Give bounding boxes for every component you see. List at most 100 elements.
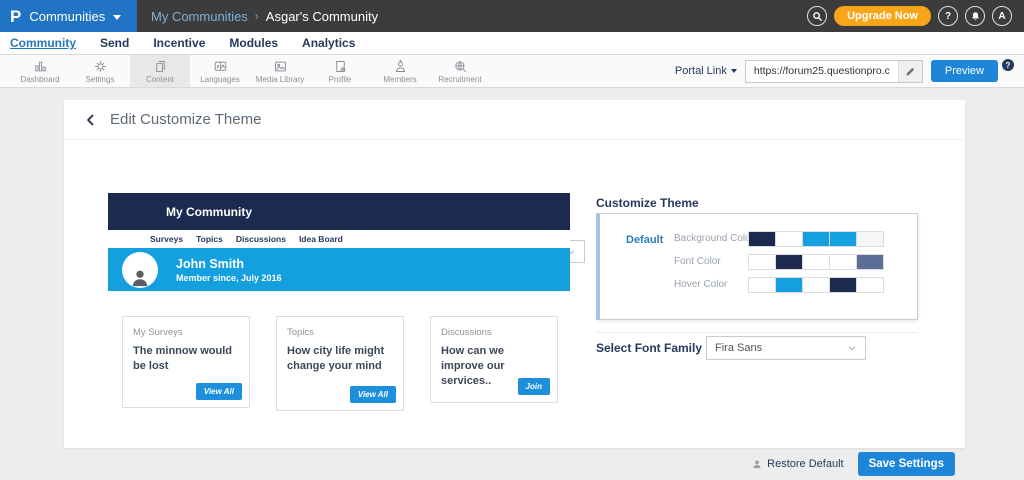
toolbar-item-label: Profile [329, 75, 352, 84]
search-button[interactable] [807, 6, 827, 26]
background-color-row: Background Color [600, 231, 917, 247]
color-swatch[interactable] [775, 231, 803, 247]
view-all-button[interactable]: View All [196, 383, 242, 400]
preview-button[interactable]: Preview [931, 60, 998, 82]
member-avatar [122, 252, 158, 288]
dashboard-icon [33, 59, 48, 74]
portal-link-group: Portal Link Preview ? [675, 55, 1024, 87]
color-swatch[interactable] [775, 254, 803, 270]
upgrade-now-button[interactable]: Upgrade Now [834, 6, 931, 26]
recruitment-icon [453, 59, 468, 74]
font-color-label: Font Color [674, 254, 721, 270]
color-swatch[interactable] [775, 277, 803, 293]
breadcrumb-separator-icon: › [255, 9, 259, 23]
nav-tab-incentive[interactable]: Incentive [153, 36, 205, 50]
font-color-row: Font Color [600, 254, 917, 270]
breadcrumb-parent[interactable]: My Communities [151, 9, 248, 24]
main-nav: Community Send Incentive Modules Analyti… [0, 32, 1024, 55]
members-icon [393, 59, 408, 74]
hover-color-swatches [748, 277, 883, 293]
section-toolbar: Dashboard Settings Content Languages Med… [0, 55, 1024, 88]
color-swatch[interactable] [802, 254, 830, 270]
preview-tab-idea-board[interactable]: Idea Board [299, 234, 343, 244]
top-header: P Communities My Communities › Asgar's C… [0, 0, 1024, 32]
app-window: P Communities My Communities › Asgar's C… [0, 0, 1024, 480]
help-button[interactable]: ? [938, 6, 958, 26]
search-icon [812, 11, 823, 22]
breadcrumb: My Communities › Asgar's Community [151, 9, 378, 24]
profile-icon [333, 59, 348, 74]
background-color-swatches [748, 231, 883, 247]
chevron-left-icon [84, 113, 98, 127]
chevron-down-icon [847, 343, 857, 353]
font-color-swatches [748, 254, 883, 270]
notifications-button[interactable] [965, 6, 985, 26]
card-category: My Surveys [133, 327, 239, 338]
nav-tab-community[interactable]: Community [10, 36, 76, 50]
card-title: The minnow would be lost [133, 344, 239, 374]
nav-tab-modules[interactable]: Modules [229, 36, 278, 50]
toolbar-item-label: Languages [200, 75, 240, 84]
toolbar-item-label: Members [383, 75, 416, 84]
font-family-select[interactable]: Fira Sans [706, 336, 866, 360]
toolbar-item-label: Content [146, 75, 174, 84]
nav-tab-analytics[interactable]: Analytics [302, 36, 355, 50]
toolbar-item-media-library[interactable]: Media Library [250, 55, 310, 87]
person-icon [129, 266, 151, 288]
member-name: John Smith [176, 256, 282, 272]
preview-card-my-surveys: My Surveys The minnow would be lost View… [122, 316, 250, 408]
person-icon [752, 459, 762, 469]
customize-theme-heading: Customize Theme [596, 196, 699, 210]
color-swatch[interactable] [802, 277, 830, 293]
restore-default-button[interactable]: Restore Default [752, 458, 843, 470]
toolbar-item-members[interactable]: Members [370, 55, 430, 87]
theme-panel: Default Background Color Font Color [596, 213, 918, 320]
background-color-label: Background Color [674, 231, 754, 247]
color-swatch[interactable] [802, 231, 830, 247]
font-family-value: Fira Sans [715, 342, 762, 354]
preview-community-title: My Community [166, 205, 252, 219]
product-name: Communities [29, 9, 105, 24]
pencil-icon [905, 66, 916, 77]
color-swatch[interactable] [856, 277, 884, 293]
portal-url-input[interactable] [746, 65, 898, 77]
product-switcher[interactable]: P Communities [0, 0, 137, 32]
color-swatch[interactable] [829, 231, 857, 247]
nav-tab-send[interactable]: Send [100, 36, 129, 50]
member-since: Member since, July 2016 [176, 273, 282, 283]
edit-url-button[interactable] [898, 61, 922, 82]
toolbar-item-settings[interactable]: Settings [70, 55, 130, 87]
save-settings-button[interactable]: Save Settings [858, 452, 955, 476]
portal-url-box [745, 60, 923, 83]
toolbar-item-languages[interactable]: Languages [190, 55, 250, 87]
preview-tab-discussions[interactable]: Discussions [236, 234, 286, 244]
toolbar-item-recruitment[interactable]: Recruitment [430, 55, 490, 87]
questionpro-logo-icon: P [10, 8, 21, 25]
back-button[interactable] [84, 113, 98, 127]
color-swatch[interactable] [829, 277, 857, 293]
hover-color-row: Hover Color [600, 277, 917, 293]
bell-icon [970, 11, 981, 22]
toolbar-item-content[interactable]: Content [130, 55, 190, 87]
color-swatch[interactable] [829, 254, 857, 270]
card-category: Discussions [441, 327, 547, 338]
color-swatch[interactable] [748, 231, 776, 247]
footer-actions: Restore Default Save Settings [0, 448, 1024, 480]
preview-card-discussions: Discussions How can we improve our servi… [430, 316, 558, 403]
color-swatch[interactable] [748, 254, 776, 270]
color-swatch[interactable] [856, 231, 884, 247]
preview-tab-topics[interactable]: Topics [196, 234, 223, 244]
join-button[interactable]: Join [518, 378, 550, 395]
preview-tab-surveys[interactable]: Surveys [150, 234, 183, 244]
color-swatch[interactable] [748, 277, 776, 293]
toolbar-item-profile[interactable]: Profile [310, 55, 370, 87]
toolbar-item-label: Settings [86, 75, 115, 84]
preview-help-icon[interactable]: ? [1002, 59, 1014, 71]
account-avatar[interactable]: A [992, 6, 1012, 26]
color-swatch[interactable] [856, 254, 884, 270]
toolbar-item-dashboard[interactable]: Dashboard [10, 55, 70, 87]
portal-link-dropdown[interactable]: Portal Link [675, 65, 737, 77]
view-all-button[interactable]: View All [350, 386, 396, 403]
gear-icon [93, 59, 108, 74]
main-content-card: Edit Customize Theme Language English My… [64, 100, 965, 448]
